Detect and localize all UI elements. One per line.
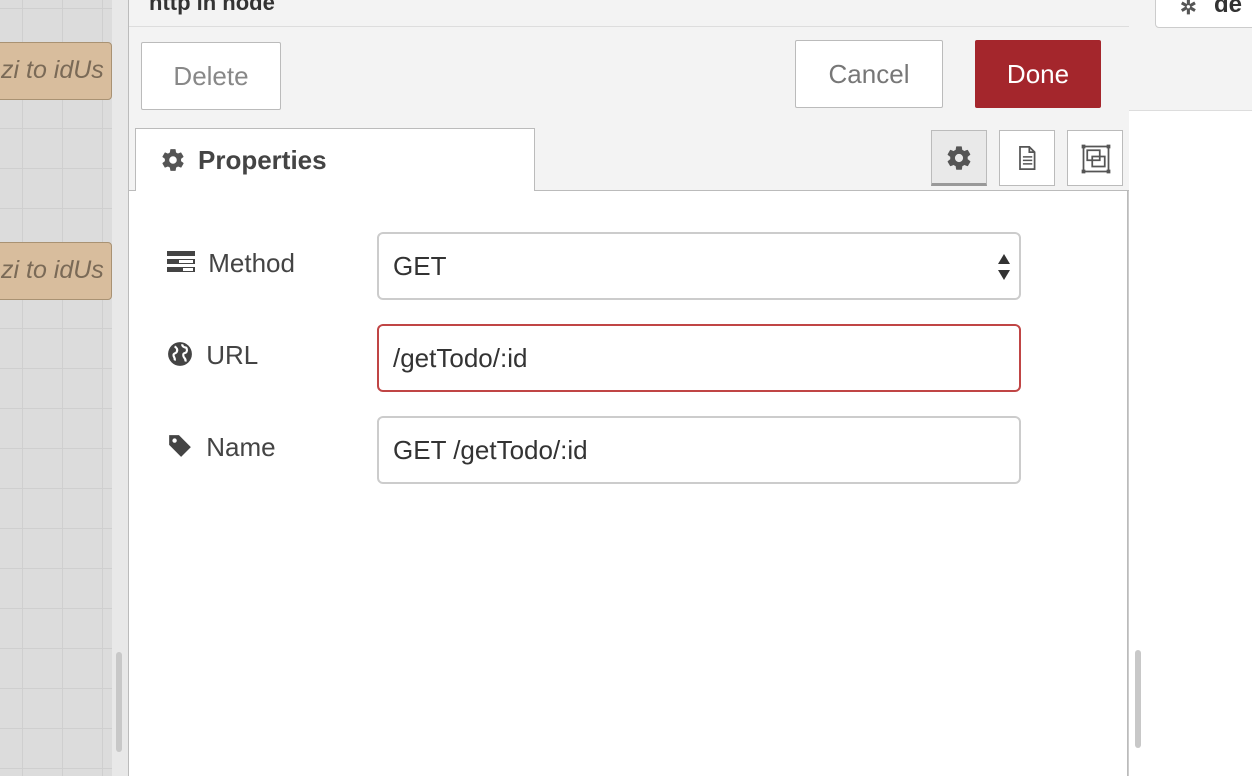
node-description-button[interactable] — [999, 130, 1055, 186]
method-select[interactable]: GET — [377, 232, 1021, 300]
sidebar-header: ✲ de — [1129, 0, 1252, 111]
method-label: Method — [167, 248, 295, 279]
edit-tray: http in node Delete Cancel Done Properti… — [128, 0, 1129, 776]
tray-toolbar: Delete Cancel Done — [129, 27, 1129, 122]
list-icon — [167, 248, 208, 278]
delete-button[interactable]: Delete — [141, 42, 281, 110]
tray-title: http in node — [149, 0, 275, 15]
url-input[interactable]: /getTodo/:id — [377, 324, 1021, 392]
tab-properties-label: Properties — [198, 145, 327, 175]
done-button[interactable]: Done — [975, 40, 1101, 108]
sidebar-tab-label: de — [1214, 0, 1243, 18]
node-settings-button[interactable] — [931, 130, 987, 186]
workspace-scrollbar[interactable] — [116, 652, 122, 752]
url-label: URL — [167, 340, 258, 371]
flow-node-label: zi to idUs — [1, 256, 104, 284]
bug-icon: ✲ — [1180, 0, 1197, 19]
sidebar-scrollbar[interactable] — [1135, 650, 1141, 748]
tab-properties[interactable]: Properties — [135, 128, 535, 191]
url-row: URL /getTodo/:id — [129, 324, 1129, 392]
select-arrows-icon — [998, 254, 1010, 280]
url-input-value: /getTodo/:id — [393, 343, 528, 373]
flow-workspace[interactable]: zi to idUs zi to idUs — [0, 0, 128, 776]
sidebar-panel: ✲ de — [1128, 0, 1252, 776]
tray-header: http in node — [129, 0, 1129, 27]
tray-tab-bar: Properties — [129, 121, 1129, 191]
sidebar-tab[interactable]: ✲ de — [1155, 0, 1252, 28]
method-row: Method GET — [129, 232, 1129, 300]
flow-node[interactable]: zi to idUs — [0, 242, 112, 300]
flow-node-label: zi to idUs — [1, 56, 104, 84]
tag-icon — [167, 432, 206, 462]
name-input-value: GET /getTodo/:id — [393, 435, 588, 465]
method-label-text: Method — [208, 248, 295, 278]
method-select-value: GET — [393, 251, 447, 281]
flow-node[interactable]: zi to idUs — [0, 42, 112, 100]
name-input[interactable]: GET /getTodo/:id — [377, 416, 1021, 484]
name-label: Name — [167, 432, 276, 463]
gear-icon — [160, 147, 186, 178]
globe-icon — [167, 340, 206, 370]
name-label-text: Name — [206, 432, 276, 462]
cancel-button[interactable]: Cancel — [795, 40, 943, 108]
node-appearance-button[interactable] — [1067, 130, 1123, 186]
url-label-text: URL — [206, 340, 259, 370]
name-row: Name GET /getTodo/:id — [129, 416, 1129, 484]
